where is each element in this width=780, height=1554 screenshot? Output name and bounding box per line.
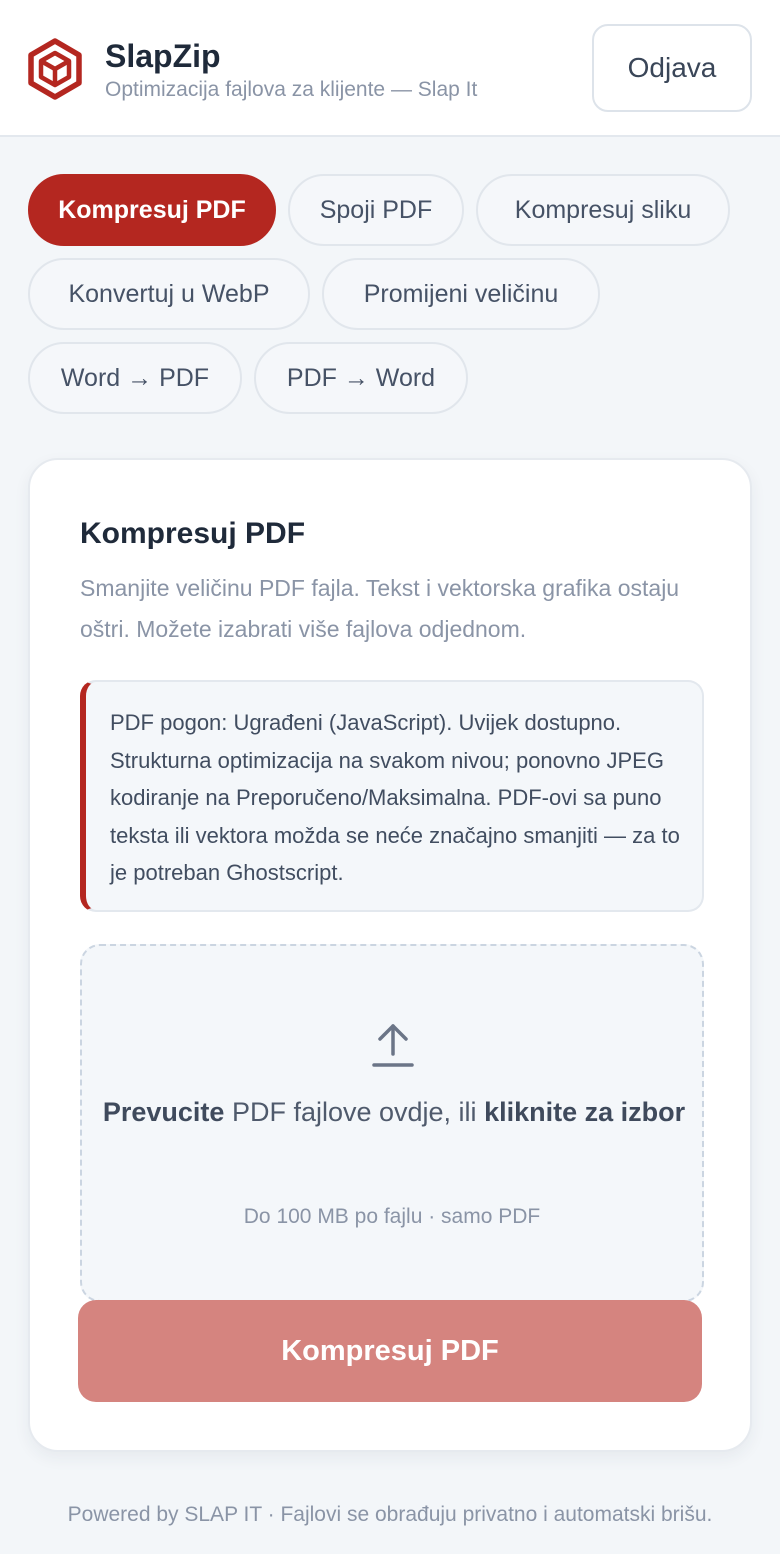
- brand-subtitle: Optimizacija fajlova za klijente — Slap …: [105, 78, 478, 101]
- hexagon-cube-logo-icon: [28, 38, 82, 100]
- logout-button[interactable]: Odjava: [592, 24, 752, 112]
- tab-compress-pdf[interactable]: Kompresuj PDF: [28, 174, 276, 246]
- file-dropzone[interactable]: Prevucite PDF fajlove ovdje, ili kliknit…: [80, 944, 704, 1302]
- upload-icon: [372, 1024, 414, 1067]
- drag-text: PDF fajlove ovdje, ili: [224, 1097, 485, 1127]
- card-title: Kompresuj PDF: [80, 517, 306, 550]
- engine-notice: PDF pogon: Ugrađeni (JavaScript). Uvijek…: [80, 680, 704, 912]
- tab-convert-webp[interactable]: Konvertuj u WebP: [28, 258, 310, 330]
- tool-card: Kompresuj PDF Smanjite veličinu PDF fajl…: [28, 458, 752, 1452]
- brand-name: SlapZip: [105, 38, 221, 74]
- tab-compress-image[interactable]: Kompresuj sliku: [476, 174, 730, 246]
- tab-word-to-pdf[interactable]: Word → PDF: [28, 342, 242, 414]
- tab-pdf-to-word[interactable]: PDF → Word: [254, 342, 468, 414]
- app-header: SlapZip Optimizacija fajlova za klijente…: [0, 0, 780, 137]
- card-description: Smanjite veličinu PDF fajla. Tekst i vek…: [80, 575, 680, 642]
- dropzone-hint: Do 100 MB po fajlu · samo PDF: [243, 1205, 541, 1228]
- drag-strong: Prevucite: [102, 1097, 225, 1127]
- dropzone-text: Prevucite PDF fajlove ovdje, ili kliknit…: [102, 1090, 686, 1135]
- tab-merge-pdf[interactable]: Spoji PDF: [288, 174, 464, 246]
- tab-resize[interactable]: Promijeni veličinu: [322, 258, 600, 330]
- compress-pdf-button[interactable]: Kompresuj PDF: [78, 1300, 702, 1402]
- click-to-select-link[interactable]: kliknite za izbor: [484, 1097, 685, 1127]
- footer-text: Powered by SLAP IT · Fajlovi se obrađuju…: [67, 1503, 713, 1526]
